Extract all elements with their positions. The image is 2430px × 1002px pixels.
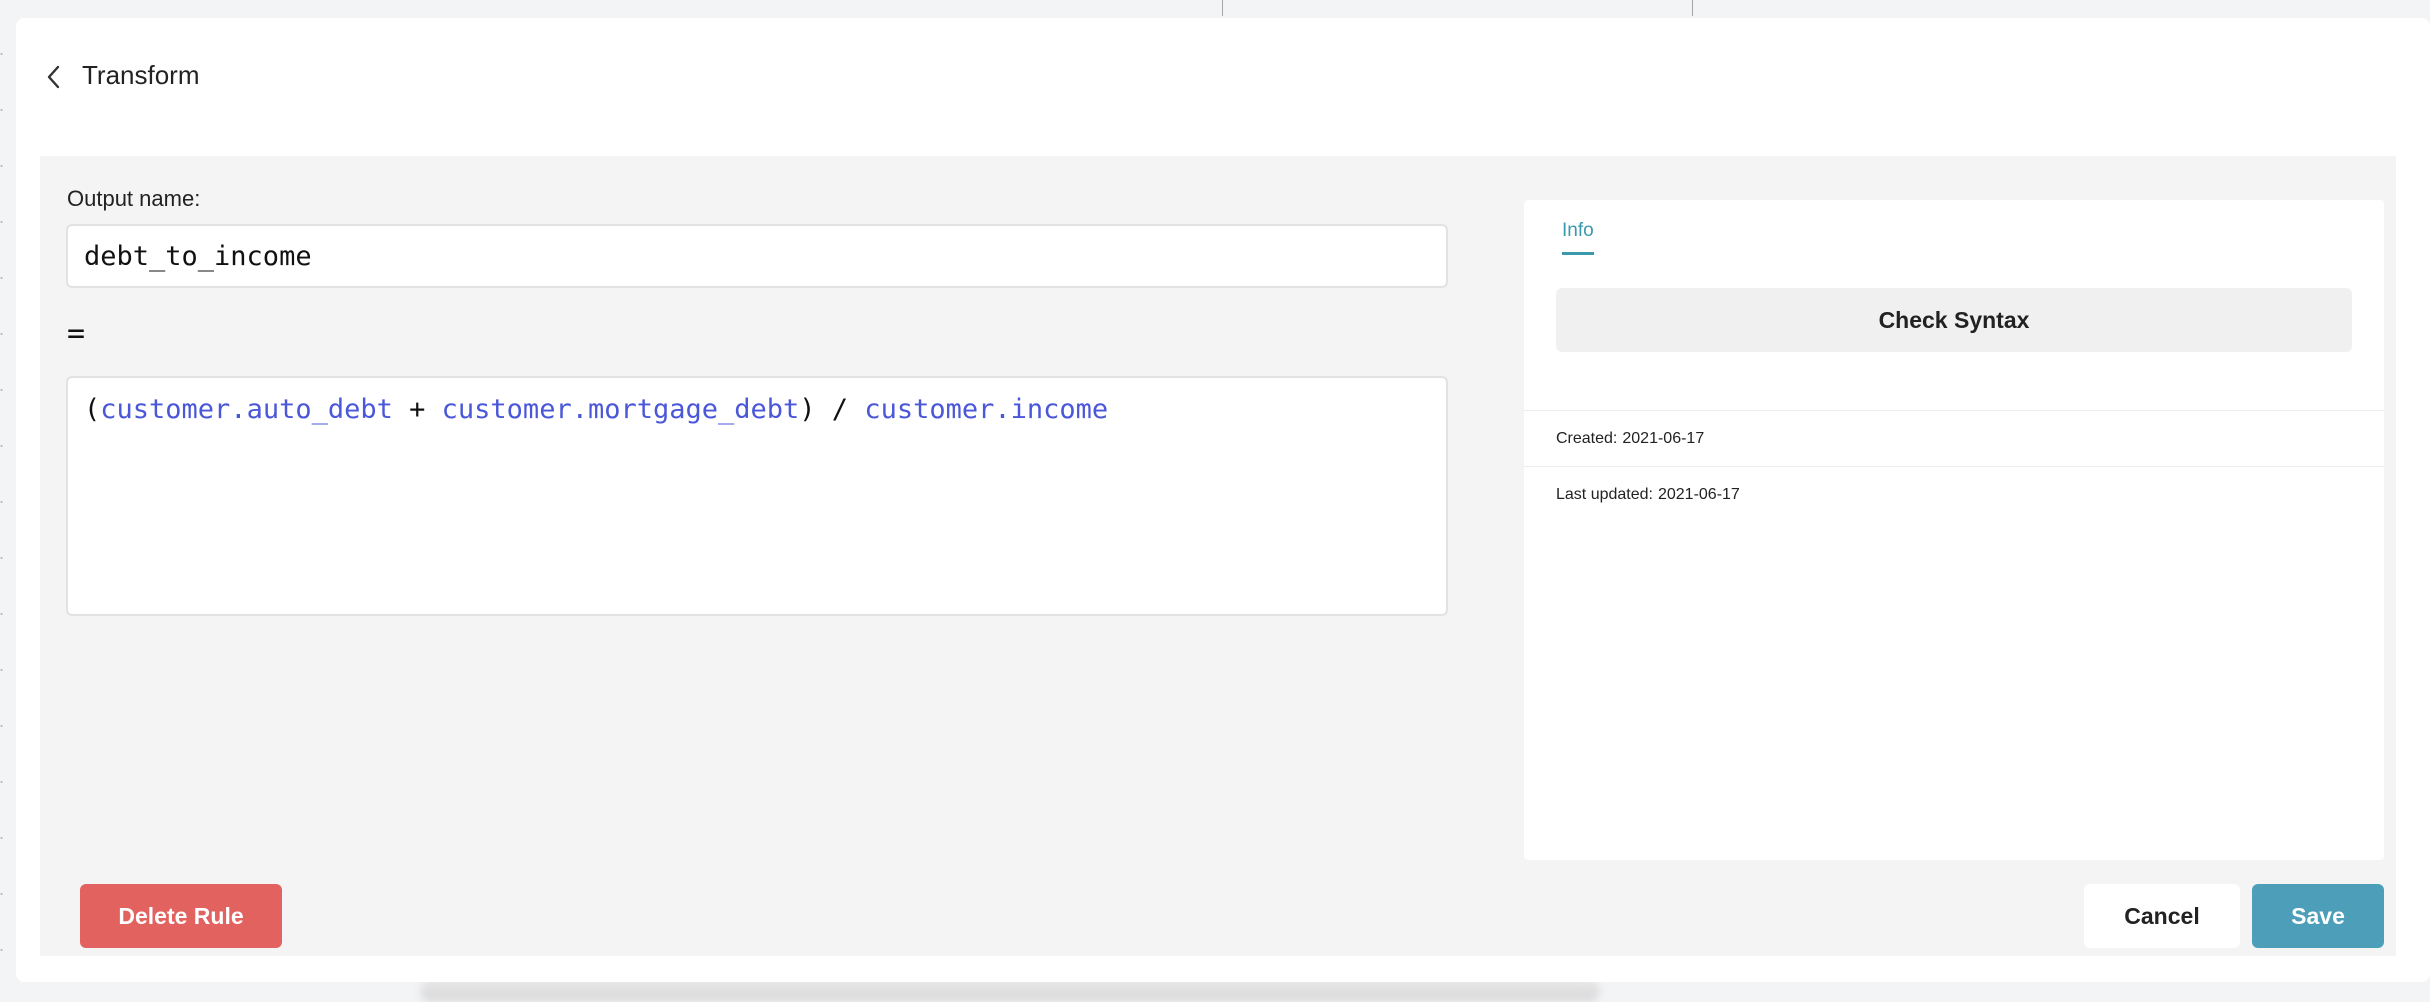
output-name-input[interactable] (66, 224, 1448, 288)
expression-operator-token: + (392, 394, 442, 425)
background-dots (0, 0, 3, 1000)
expression-field-token: customer.income (864, 394, 1109, 425)
chevron-left-icon (47, 65, 60, 89)
tab-info[interactable]: Info (1562, 220, 1594, 255)
background-divider (1222, 0, 1223, 16)
check-syntax-button[interactable]: Check Syntax (1556, 288, 2352, 352)
page-title: Transform (82, 60, 200, 90)
modal-header: Transform (16, 18, 2430, 128)
expression-operator-token: ) / (799, 394, 865, 425)
delete-rule-button[interactable]: Delete Rule (80, 884, 282, 948)
save-button[interactable]: Save (2252, 884, 2384, 948)
transform-modal: Transform Output name: = (customer.auto_… (16, 18, 2430, 982)
info-panel: Info Check Syntax Created: 2021-06-17 La… (1524, 200, 2384, 860)
modal-body: Output name: = (customer.auto_debt + cus… (40, 156, 2396, 956)
expression-field-token: customer.auto_debt (100, 394, 393, 425)
background-shadow (420, 980, 1600, 1002)
background-divider (1692, 0, 1693, 16)
last-updated-row: Last updated: 2021-06-17 (1524, 466, 2384, 522)
last-updated-value: 2021-06-17 (1657, 485, 1740, 503)
created-value: 2021-06-17 (1622, 429, 1705, 447)
created-label: Created: (1556, 429, 1618, 447)
created-row: Created: 2021-06-17 (1524, 410, 2384, 466)
equals-sign: = (67, 316, 86, 351)
expression-editor[interactable]: (customer.auto_debt + customer.mortgage_… (66, 376, 1448, 616)
back-button[interactable] (42, 62, 66, 92)
output-name-label: Output name: (67, 186, 201, 211)
cancel-button[interactable]: Cancel (2084, 884, 2240, 948)
expression-field-token: customer.mortgage_debt (441, 394, 800, 425)
expression-operator-token: ( (84, 394, 101, 425)
last-updated-label: Last updated: (1556, 485, 1653, 503)
